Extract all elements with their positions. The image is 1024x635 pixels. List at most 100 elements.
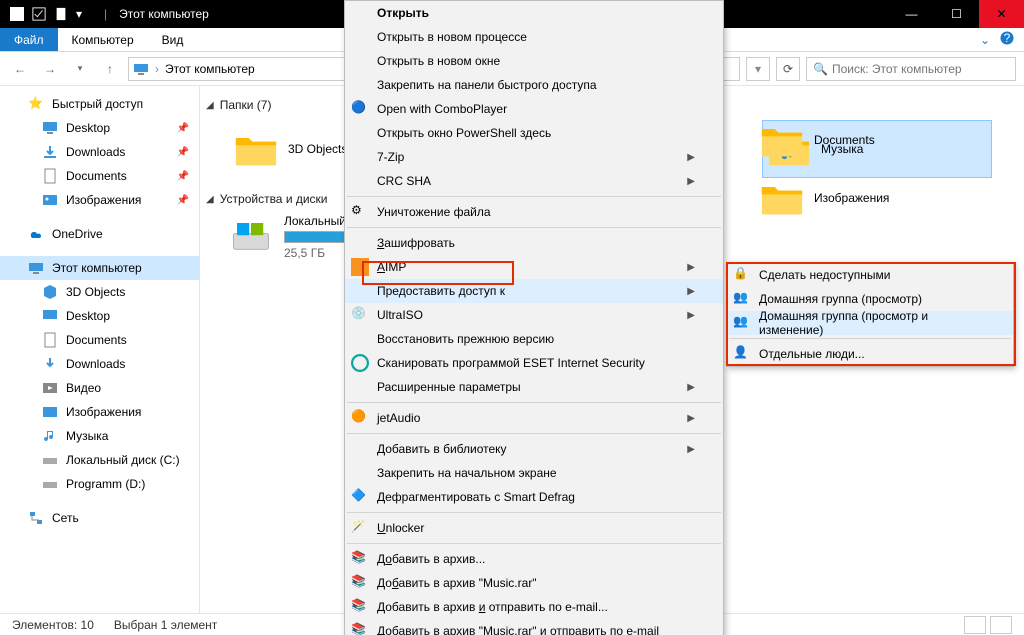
tab-view[interactable]: Вид	[148, 28, 198, 51]
sidebar-thispc[interactable]: Этот компьютер	[0, 256, 199, 280]
documents-icon	[42, 168, 58, 184]
ctx-pin-quick[interactable]: Закрепить на панели быстрого доступа	[345, 73, 723, 97]
people-icon: 👤	[733, 345, 751, 363]
sidebar-item-pictures2[interactable]: Изображения	[0, 400, 199, 424]
ctx-addarchive-music-email[interactable]: 📚Добавить в архив "Music.rar" и отправит…	[345, 619, 723, 635]
folder-icon	[760, 120, 804, 160]
overflow-icon[interactable]: ▾	[76, 7, 90, 21]
nav-up-button[interactable]: ↑	[98, 57, 122, 81]
ctx-open-new-window[interactable]: Открыть в новом окне	[345, 49, 723, 73]
pin-icon: 📌	[177, 171, 189, 182]
refresh-button[interactable]: ⟳	[776, 57, 800, 81]
shred-icon: ⚙	[351, 203, 369, 221]
network-icon	[28, 510, 44, 526]
sidebar-item-3d[interactable]: 3D Objects	[0, 280, 199, 304]
ctx-defrag[interactable]: 🔷Дефрагментировать с Smart Defrag	[345, 485, 723, 509]
search-box[interactable]: 🔍	[806, 57, 1016, 81]
folder-icon	[760, 178, 804, 218]
ctx-share[interactable]: Предоставить доступ к▶	[345, 279, 723, 303]
help-icon[interactable]: ?	[1000, 31, 1014, 48]
disk-icon	[42, 476, 58, 492]
chevron-right-icon: ▶	[687, 152, 695, 163]
address-dropdown-button[interactable]: ▾	[746, 57, 770, 81]
nav-history-button[interactable]: ▾	[68, 57, 92, 81]
sidebar-item-downloads[interactable]: Downloads📌	[0, 140, 199, 164]
sidebar-item-documents[interactable]: Documents📌	[0, 164, 199, 188]
ctx-powershell[interactable]: Открыть окно PowerShell здесь	[345, 121, 723, 145]
ctx-aimp[interactable]: AIMP▶	[345, 255, 723, 279]
onedrive-icon	[28, 226, 44, 242]
folder-icon	[234, 129, 278, 169]
chevron-right-icon: ▶	[687, 176, 695, 187]
ctx-crcsha[interactable]: CRC SHA▶	[345, 169, 723, 193]
ctx-comboplayer[interactable]: 🔵Open with ComboPlayer	[345, 97, 723, 121]
ctx-addlib[interactable]: Добавить в библиотеку▶	[345, 437, 723, 461]
desktop-icon	[42, 120, 58, 136]
winrar-icon: 📚	[351, 598, 369, 616]
sidebar-item-downloads2[interactable]: Downloads	[0, 352, 199, 376]
search-icon: 🔍	[813, 62, 828, 76]
ctx-encrypt[interactable]: Зашифровать	[345, 231, 723, 255]
sidebar-item-documents2[interactable]: Documents	[0, 328, 199, 352]
sidebar-item-music[interactable]: Музыка	[0, 424, 199, 448]
eset-icon	[351, 354, 369, 372]
documents-icon	[42, 332, 58, 348]
search-input[interactable]	[832, 62, 1009, 76]
chevron-right-icon: ▶	[687, 413, 695, 424]
ctx-restore[interactable]: Восстановить прежнюю версию	[345, 327, 723, 351]
pictures-icon	[42, 404, 58, 420]
ctx-pinstart[interactable]: Закрепить на начальном экране	[345, 461, 723, 485]
ctx-addarchive[interactable]: 📚Добавить в архив...	[345, 547, 723, 571]
lock-icon: 🔒	[733, 266, 751, 284]
sidebar-item-desktop2[interactable]: Desktop	[0, 304, 199, 328]
sidebar-item-diskd[interactable]: Programm (D:)	[0, 472, 199, 496]
ctx-open-new-process[interactable]: Открыть в новом процессе	[345, 25, 723, 49]
ctx-open[interactable]: Открыть	[345, 1, 723, 25]
sidebar-network[interactable]: Сеть	[0, 506, 199, 530]
ctx-addarchive-email[interactable]: 📚Добавить в архив и отправить по e-mail.…	[345, 595, 723, 619]
nav-back-button[interactable]: ←	[8, 57, 32, 81]
ultraiso-icon: 💿	[351, 306, 369, 324]
pc-icon	[28, 260, 44, 276]
ctx-eset[interactable]: Сканировать программой ESET Internet Sec…	[345, 351, 723, 375]
sidebar-item-pictures[interactable]: Изображения📌	[0, 188, 199, 212]
view-icons-button[interactable]	[990, 616, 1012, 634]
sidebar-quick-access[interactable]: ⭐Быстрый доступ	[0, 92, 199, 116]
folder-documents[interactable]: Documents	[760, 120, 875, 160]
ribbon-expand-icon[interactable]: ⌄	[980, 33, 990, 47]
ctx-shred[interactable]: ⚙Уничтожение файла	[345, 200, 723, 224]
caret-icon: ◢	[206, 100, 214, 111]
sub-unavailable[interactable]: 🔒Сделать недоступными	[727, 263, 1013, 287]
sidebar-onedrive[interactable]: OneDrive	[0, 222, 199, 246]
ctx-ultraiso[interactable]: 💿UltraISO▶	[345, 303, 723, 327]
chevron-right-icon: ▶	[687, 444, 695, 455]
sidebar: ⭐Быстрый доступ Desktop📌 Downloads📌 Docu…	[0, 86, 200, 613]
minimize-button[interactable]: —	[889, 0, 934, 28]
maximize-button[interactable]: ☐	[934, 0, 979, 28]
tab-file[interactable]: Файл	[0, 28, 58, 51]
tab-computer[interactable]: Компьютер	[58, 28, 148, 51]
ctx-jetaudio[interactable]: 🟠jetAudio▶	[345, 406, 723, 430]
ctx-eset-adv[interactable]: Расширенные параметры▶	[345, 375, 723, 399]
ctx-addarchive-music[interactable]: 📚Добавить в архив "Music.rar"	[345, 571, 723, 595]
close-button[interactable]: ✕	[979, 0, 1024, 28]
nav-forward-button[interactable]: →	[38, 57, 62, 81]
chevron-right-icon: ▶	[687, 262, 695, 273]
unlocker-icon: 🪄	[351, 519, 369, 537]
drive-icon	[230, 216, 272, 258]
view-details-button[interactable]	[964, 616, 986, 634]
comboplayer-icon: 🔵	[351, 100, 369, 118]
winrar-icon: 📚	[351, 574, 369, 592]
sub-homegroup-view[interactable]: 👥Домашняя группа (просмотр)	[727, 287, 1013, 311]
sidebar-item-video[interactable]: Видео	[0, 376, 199, 400]
sub-people[interactable]: 👤Отдельные люди...	[727, 342, 1013, 366]
desktop-icon	[42, 308, 58, 324]
ctx-7zip[interactable]: 7-Zip▶	[345, 145, 723, 169]
pin-icon: 📌	[177, 123, 189, 134]
sidebar-item-diskc[interactable]: Локальный диск (C:)	[0, 448, 199, 472]
sub-homegroup-edit[interactable]: 👥Домашняя группа (просмотр и изменение)	[727, 311, 1013, 335]
folder-pictures[interactable]: Изображения	[760, 178, 889, 218]
share-submenu: 🔒Сделать недоступными 👥Домашняя группа (…	[726, 262, 1014, 367]
sidebar-item-desktop[interactable]: Desktop📌	[0, 116, 199, 140]
ctx-unlocker[interactable]: 🪄Unlocker	[345, 516, 723, 540]
